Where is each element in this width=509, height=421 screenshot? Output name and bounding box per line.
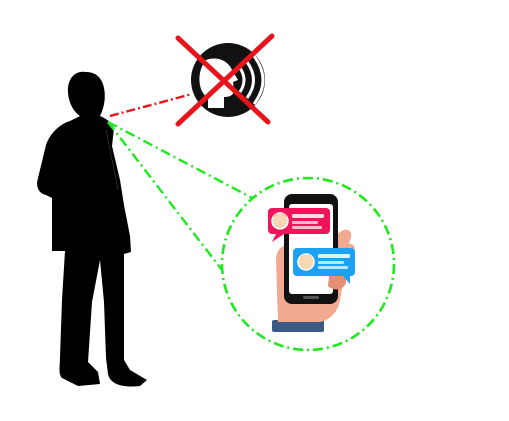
- avatar: [297, 253, 315, 271]
- person-silhouette: [37, 71, 147, 387]
- chat-connector-top: [107, 120, 257, 202]
- phone-home-button: [303, 296, 319, 299]
- voice-connector-line: [109, 92, 193, 118]
- person-silhouette-shape: [37, 71, 147, 387]
- avatar: [271, 212, 289, 230]
- illustration-canvas: [37, 33, 396, 387]
